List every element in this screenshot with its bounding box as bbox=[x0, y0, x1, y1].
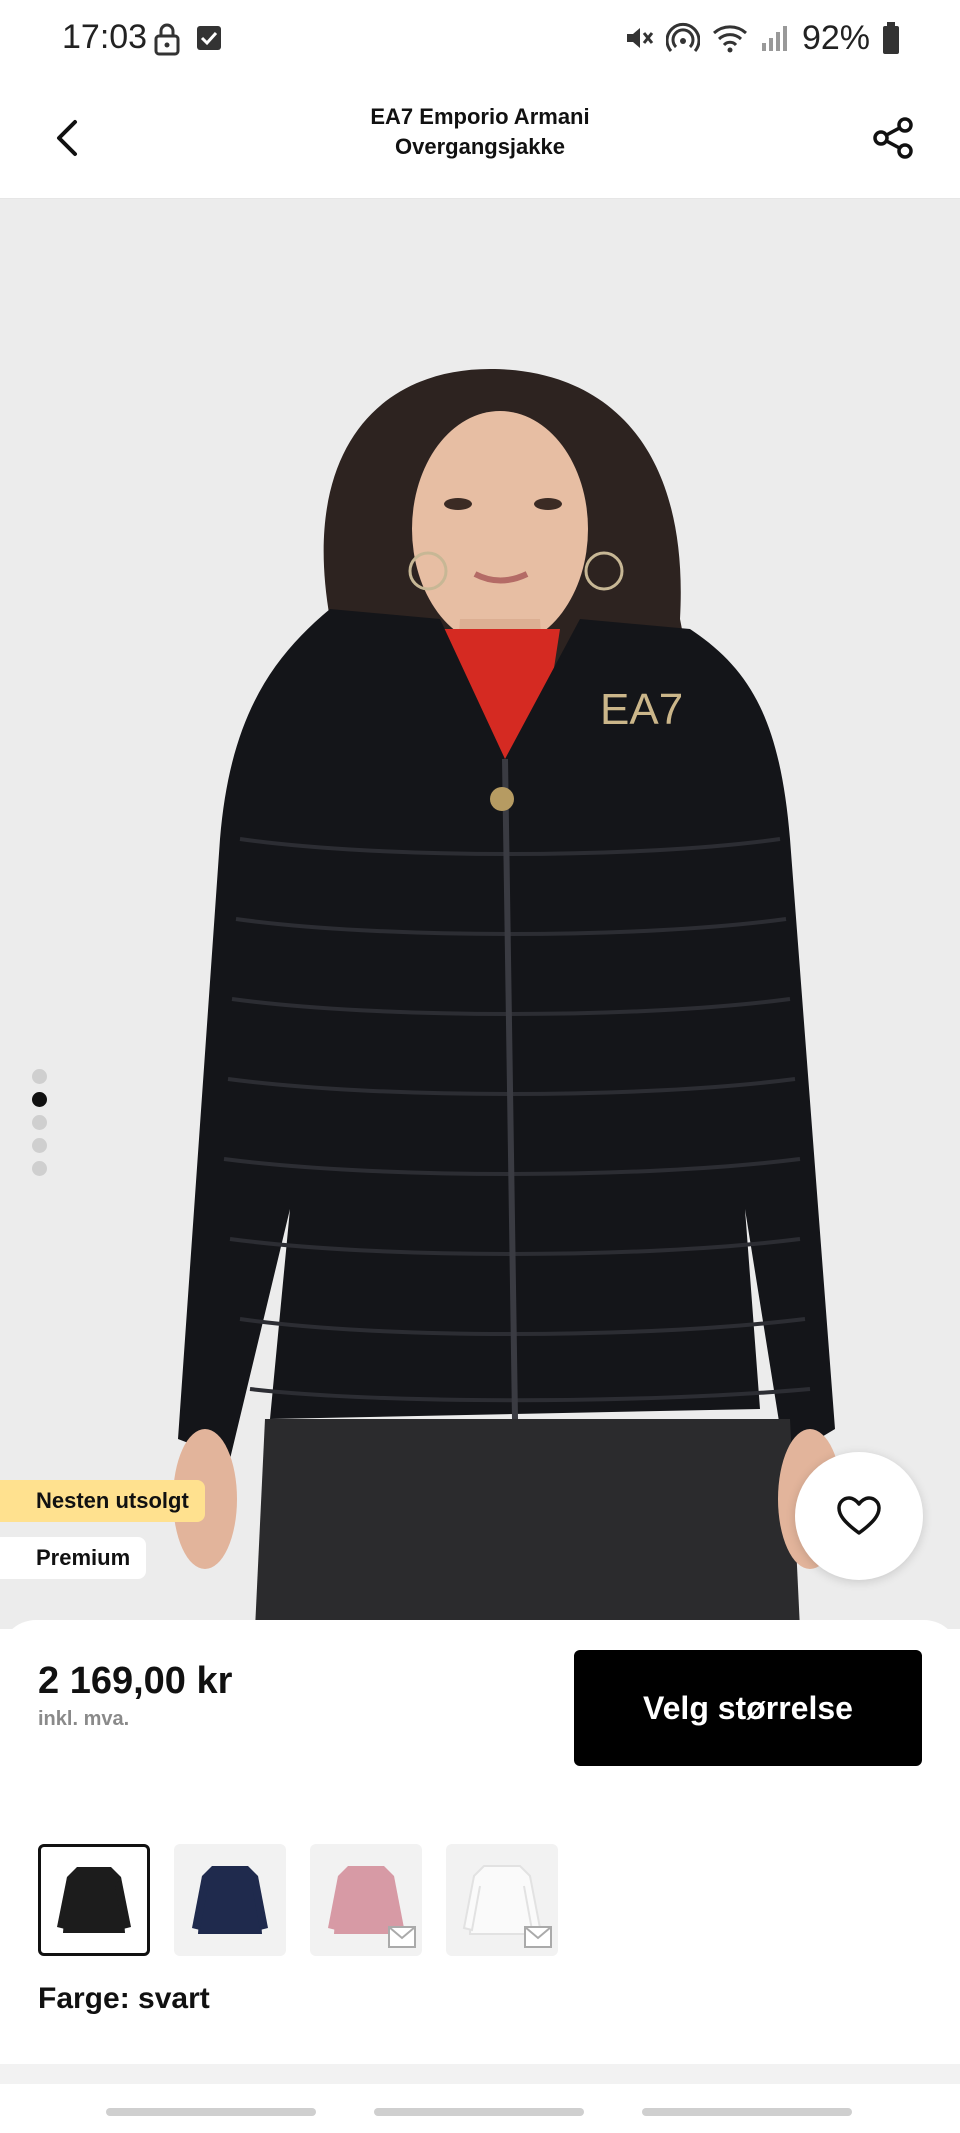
section-divider bbox=[0, 2064, 960, 2084]
tab-placeholder[interactable] bbox=[642, 2108, 852, 2116]
signal-icon bbox=[761, 26, 787, 51]
tab-placeholder[interactable] bbox=[374, 2108, 584, 2116]
share-button[interactable] bbox=[864, 108, 924, 168]
jacket-thumbnail-navy bbox=[192, 1866, 268, 1934]
back-button[interactable] bbox=[40, 110, 96, 166]
battery-percentage: 92% bbox=[801, 18, 870, 57]
page-title: EA7 Emporio Armani Overgangsjakke bbox=[250, 102, 710, 162]
mail-icon bbox=[388, 1926, 416, 1948]
color-swatches bbox=[38, 1844, 558, 1956]
mute-icon bbox=[626, 28, 654, 48]
status-icons: 92% bbox=[624, 18, 900, 58]
wifi-icon bbox=[712, 25, 747, 53]
checkbox-icon bbox=[197, 26, 221, 50]
product-image[interactable]: EA7 bbox=[0, 199, 960, 1629]
carousel-dot[interactable] bbox=[32, 1115, 47, 1130]
carousel-dot[interactable] bbox=[32, 1138, 47, 1153]
status-time: 17:03 bbox=[62, 18, 148, 56]
swatch-pink[interactable] bbox=[310, 1844, 422, 1956]
battery-icon bbox=[883, 22, 899, 54]
hotspot-icon bbox=[665, 22, 700, 52]
swatch-white[interactable] bbox=[446, 1844, 558, 1956]
carousel-indicator bbox=[32, 1069, 48, 1184]
carousel-dot[interactable] bbox=[32, 1161, 47, 1176]
select-size-button[interactable]: Velg størrelse bbox=[574, 1650, 922, 1766]
jacket-thumbnail-black bbox=[57, 1867, 131, 1933]
mail-icon bbox=[524, 1926, 552, 1948]
carousel-dot[interactable] bbox=[32, 1069, 47, 1084]
app-header: EA7 Emporio Armani Overgangsjakke bbox=[0, 80, 960, 200]
lock-icon bbox=[154, 23, 180, 56]
wishlist-button[interactable] bbox=[795, 1452, 923, 1580]
carousel-dot-active[interactable] bbox=[32, 1092, 47, 1107]
share-icon bbox=[873, 117, 913, 159]
status-bar: 17:03 92% bbox=[0, 0, 960, 80]
almost-sold-out-badge: Nesten utsolgt bbox=[0, 1480, 205, 1522]
vat-note: inkl. mva. bbox=[38, 1708, 130, 1730]
purchase-panel: 2 169,00 kr inkl. mva. Velg størrelse Fa… bbox=[0, 1620, 960, 2064]
premium-badge: Premium bbox=[0, 1537, 147, 1579]
selected-color-label: Farge: svart bbox=[38, 1982, 210, 2015]
swatch-navy[interactable] bbox=[174, 1844, 286, 1956]
page-title-product: Overgangsjakke bbox=[395, 134, 565, 159]
product-photo-jacket: EA7 bbox=[0, 199, 960, 1629]
product-price: 2 169,00 kr bbox=[38, 1660, 233, 1702]
page-title-brand: EA7 Emporio Armani bbox=[370, 104, 590, 129]
heart-icon bbox=[837, 1496, 881, 1535]
tabs-peek bbox=[0, 2084, 960, 2133]
tab-placeholder[interactable] bbox=[106, 2108, 316, 2116]
chevron-left-icon bbox=[57, 120, 77, 156]
swatch-black[interactable] bbox=[38, 1844, 150, 1956]
jacket-logo-text: EA7 bbox=[600, 685, 683, 734]
